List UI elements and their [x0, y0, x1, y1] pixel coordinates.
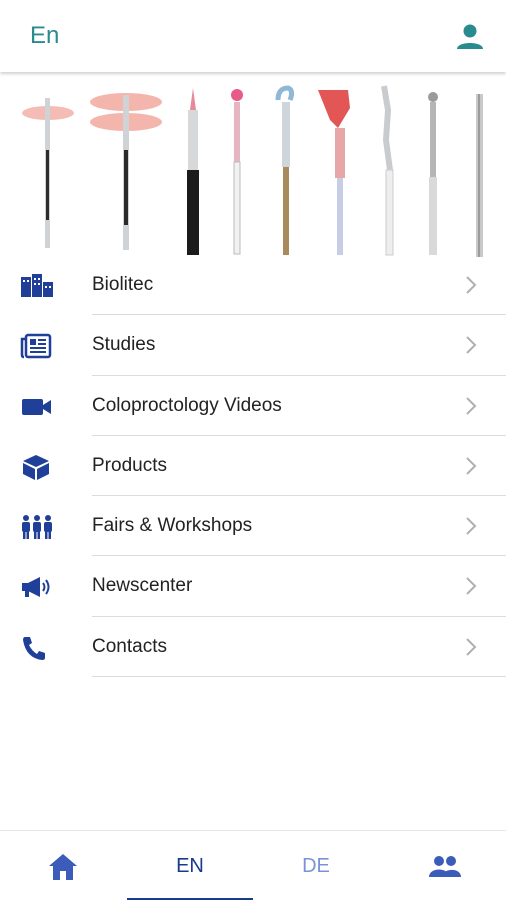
menu-item-label: Newscenter: [92, 575, 193, 597]
video-camera-icon: [20, 394, 54, 420]
cube-icon: [20, 454, 54, 480]
top-bar: En: [0, 0, 506, 72]
chevron-right-icon: [464, 636, 478, 658]
nav-home[interactable]: [0, 831, 126, 900]
menu-item-label: Fairs & Workshops: [92, 515, 253, 537]
people-icon: [429, 856, 461, 877]
menu-item-coloproctology-videos[interactable]: Coloproctology Videos: [0, 376, 506, 436]
menu-item-label: Coloproctology Videos: [92, 394, 282, 416]
nav-language-en[interactable]: EN: [127, 831, 253, 900]
menu-item-label: Contacts: [92, 635, 167, 657]
home-icon: [49, 854, 77, 880]
menu-item-label: Biolitec: [92, 274, 154, 295]
menu-item-fairs-workshops[interactable]: Fairs & Workshops: [0, 496, 506, 557]
menu-item-biolitec[interactable]: Biolitec: [0, 255, 506, 316]
group-icon: [20, 514, 54, 540]
menu-item-label: Products: [92, 454, 167, 476]
menu-item-newscenter[interactable]: Newscenter: [0, 556, 506, 617]
chevron-right-icon: [464, 575, 478, 597]
nav-people[interactable]: [380, 831, 506, 900]
chevron-right-icon: [464, 455, 478, 477]
language-label[interactable]: En: [30, 22, 59, 50]
chevron-right-icon: [464, 334, 478, 356]
menu-item-studies[interactable]: Studies: [0, 315, 506, 376]
phone-icon: [20, 635, 54, 661]
buildings-icon: [20, 273, 54, 299]
megaphone-icon: [20, 574, 54, 600]
chevron-right-icon: [464, 395, 478, 417]
menu-item-products[interactable]: Products: [0, 436, 506, 497]
chevron-right-icon: [464, 515, 478, 537]
product-banner: [0, 80, 506, 258]
divider: [92, 676, 506, 678]
main-menu: Biolitec Studies Coloproctology Videos P…: [0, 255, 506, 678]
laser-fibers-image: [22, 85, 483, 257]
menu-item-contacts[interactable]: Contacts: [0, 617, 506, 678]
nav-en-label: EN: [176, 855, 204, 877]
person-icon[interactable]: [455, 22, 485, 52]
nav-language-de[interactable]: DE: [253, 831, 379, 900]
chevron-right-icon: [464, 274, 478, 296]
bottom-nav: EN DE: [0, 830, 506, 900]
newspaper-icon: [20, 333, 54, 359]
nav-de-label: DE: [302, 855, 330, 877]
menu-item-label: Studies: [92, 334, 156, 356]
